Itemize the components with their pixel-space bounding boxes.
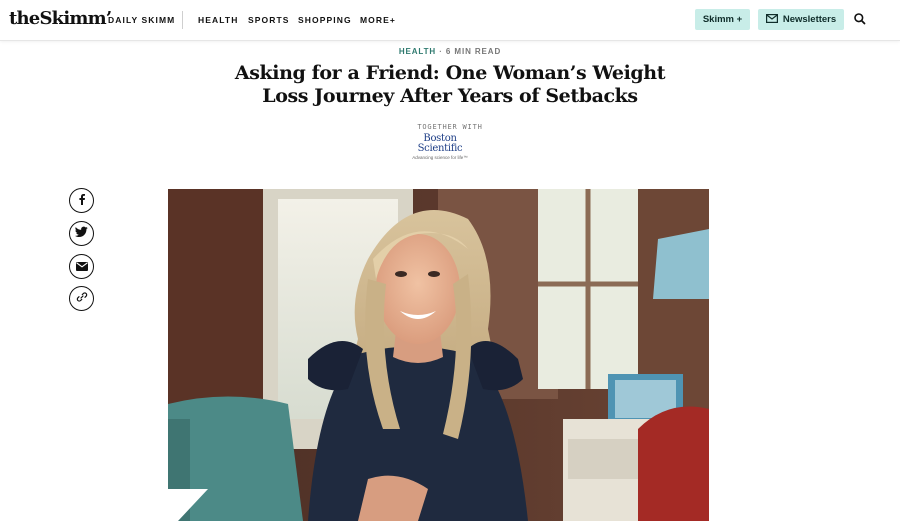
share-email-button[interactable] xyxy=(69,254,94,279)
nav-shopping[interactable]: SHOPPING xyxy=(298,15,352,25)
skimm-plus-button[interactable]: Skimm + xyxy=(695,9,750,30)
sponsor-prefix: TOGETHER WITH xyxy=(417,123,483,131)
newsletters-label: Newsletters xyxy=(782,14,837,25)
facebook-icon xyxy=(76,192,88,210)
search-icon[interactable] xyxy=(853,12,867,26)
nav-sports[interactable]: SPORTS xyxy=(248,15,290,25)
nav-health[interactable]: HEALTH xyxy=(198,15,238,25)
share-twitter-button[interactable] xyxy=(69,221,94,246)
site-logo[interactable]: theSkimm’ xyxy=(9,8,112,29)
nav-divider xyxy=(182,11,183,29)
nav-more[interactable]: MORE+ xyxy=(360,15,396,25)
skimm-plus-label: Skimm + xyxy=(702,14,743,25)
read-time: 6 MIN READ xyxy=(445,47,502,56)
newsletters-button[interactable]: Newsletters xyxy=(758,9,844,30)
nav-daily-skimm[interactable]: DAILY SKIMM xyxy=(108,15,175,25)
hero-photo xyxy=(168,189,709,521)
link-icon xyxy=(76,290,88,308)
sponsor-tagline: Advancing science for life™ xyxy=(412,155,468,160)
share-link-button[interactable] xyxy=(69,286,94,311)
sponsor-logo[interactable]: Boston Scientific Advancing science for … xyxy=(400,134,480,161)
article-kicker: HEALTH · 6 MIN READ xyxy=(0,47,900,56)
hero-image xyxy=(168,189,709,521)
twitter-icon xyxy=(75,225,88,243)
kicker-separator: · xyxy=(439,47,443,56)
article-title: Asking for a Friend: One Woman’s Weight … xyxy=(234,62,666,107)
mail-icon xyxy=(765,13,778,26)
site-header: theSkimm’ DAILY SKIMM HEALTH SPORTS SHOP… xyxy=(0,0,900,41)
sponsor-name-line2: Scientific xyxy=(417,143,463,154)
article-category[interactable]: HEALTH xyxy=(399,47,436,56)
share-facebook-button[interactable] xyxy=(69,188,94,213)
email-icon xyxy=(75,258,88,276)
